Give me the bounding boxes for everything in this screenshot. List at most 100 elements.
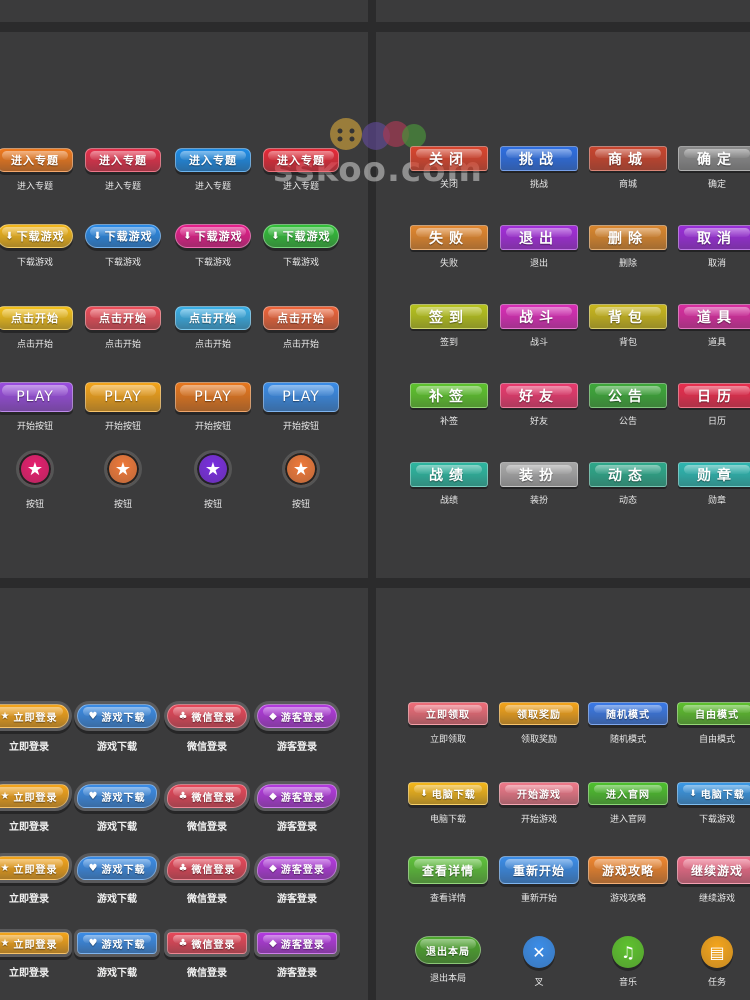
button-label: 继续游戏: [690, 863, 743, 878]
login-button[interactable]: ★ 立即登录: [0, 784, 69, 808]
game-button[interactable]: ⬇ 下载游戏: [175, 224, 251, 248]
star-circle-button[interactable]: ★: [104, 450, 142, 488]
button-caption: 游戏下载: [97, 742, 137, 753]
action-button[interactable]: 重新开始: [499, 856, 579, 884]
glossy-button[interactable]: 删除: [589, 225, 667, 250]
star-circle-button[interactable]: ★: [194, 450, 232, 488]
login-button[interactable]: ♣ 微信登录: [167, 704, 247, 728]
close-button[interactable]: ✕: [523, 936, 555, 968]
button-caption: 微信登录: [187, 894, 227, 905]
login-button[interactable]: ♣ 微信登录: [167, 932, 247, 954]
action-button[interactable]: 随机模式: [588, 702, 668, 725]
button-caption: 进入专题: [104, 182, 141, 192]
music-button[interactable]: ♫: [612, 936, 644, 968]
glossy-button[interactable]: 日历: [678, 383, 750, 408]
login-button[interactable]: ♣ 微信登录: [167, 856, 247, 880]
button-cell: 游戏攻略 游戏攻略: [583, 856, 673, 904]
glossy-button[interactable]: 好友: [500, 383, 578, 408]
action-button[interactable]: 进入官网: [588, 782, 668, 805]
action-button[interactable]: ⬇ 电脑下载: [677, 782, 750, 805]
login-button[interactable]: ★ 立即登录: [0, 856, 69, 880]
glossy-button[interactable]: 取消: [678, 225, 750, 250]
action-button[interactable]: 领取奖励: [499, 702, 579, 725]
game-button[interactable]: ⬇ 下载游戏: [0, 224, 73, 248]
glossy-button[interactable]: 挑战: [500, 146, 578, 171]
star-icon: ★: [114, 458, 132, 480]
button-label: 下载游戏: [104, 230, 153, 243]
button-label: 进入专题: [11, 154, 59, 167]
button-caption: 继续游戏: [698, 894, 735, 904]
game-button[interactable]: ⬇ 下载游戏: [263, 224, 339, 248]
glossy-button[interactable]: 公告: [589, 383, 667, 408]
button-cell: 勋章 勋章: [672, 462, 750, 506]
login-button[interactable]: ★ 立即登录: [0, 704, 69, 728]
action-button[interactable]: 开始游戏: [499, 782, 579, 805]
glossy-button[interactable]: 战绩: [410, 462, 488, 487]
button-cell: ★ 立即登录 立即登录: [0, 704, 74, 753]
star-circle-button[interactable]: ★: [16, 450, 54, 488]
glossy-button[interactable]: 勋章: [678, 462, 750, 487]
login-button[interactable]: ♥ 游戏下载: [77, 856, 157, 880]
star-circle-button[interactable]: ★: [282, 450, 320, 488]
button-cell: 继续游戏 继续游戏: [672, 856, 750, 904]
login-button[interactable]: ◆ 游客登录: [257, 856, 337, 880]
glossy-button[interactable]: 动态: [589, 462, 667, 487]
glossy-button[interactable]: 签到: [410, 304, 488, 329]
play-button[interactable]: PLAY: [0, 382, 73, 412]
login-button[interactable]: ♣ 微信登录: [167, 784, 247, 808]
star-icon: ★: [26, 458, 44, 480]
login-button[interactable]: ♥ 游戏下载: [77, 784, 157, 808]
button-cell: ♥ 游戏下载 游戏下载: [72, 704, 162, 753]
button-label: 游客登录: [280, 712, 325, 724]
login-button[interactable]: ♥ 游戏下载: [77, 704, 157, 728]
button-caption: 开始按钮: [282, 422, 319, 432]
button-label: 勋章: [697, 467, 737, 484]
button-cell: 挑战 挑战: [494, 146, 584, 190]
play-button[interactable]: PLAY: [175, 382, 251, 412]
glossy-button[interactable]: 道具: [678, 304, 750, 329]
glossy-button[interactable]: 关闭: [410, 146, 488, 171]
game-button[interactable]: 进入专题: [263, 148, 339, 172]
button-cell: 开始游戏 开始游戏: [494, 782, 584, 825]
button-caption: 挑战: [529, 180, 548, 190]
glossy-button[interactable]: 装扮: [500, 462, 578, 487]
action-button[interactable]: 游戏攻略: [588, 856, 668, 884]
button-label: 退出: [519, 230, 559, 247]
button-caption: 签到: [439, 338, 458, 348]
action-button[interactable]: 立即领取: [408, 702, 488, 725]
action-button[interactable]: 自由模式: [677, 702, 750, 725]
login-button[interactable]: ◆ 游客登录: [257, 704, 337, 728]
game-button[interactable]: 点击开始: [85, 306, 161, 330]
button-caption: 重新开始: [520, 894, 557, 904]
glossy-button[interactable]: 战斗: [500, 304, 578, 329]
action-button[interactable]: 继续游戏: [677, 856, 750, 884]
login-button[interactable]: ♥ 游戏下载: [77, 932, 157, 954]
star-icon: ★: [0, 790, 11, 802]
game-button[interactable]: 点击开始: [263, 306, 339, 330]
exit-round-button[interactable]: 退出本局: [415, 936, 481, 964]
button-label: 游戏下载: [101, 712, 146, 724]
action-button[interactable]: 查看详情: [408, 856, 488, 884]
glossy-button[interactable]: 背包: [589, 304, 667, 329]
game-button[interactable]: 进入专题: [175, 148, 251, 172]
game-button[interactable]: 点击开始: [0, 306, 73, 330]
game-button[interactable]: ⬇ 下载游戏: [85, 224, 161, 248]
button-label: 日历: [697, 388, 737, 405]
login-button[interactable]: ★ 立即登录: [0, 932, 69, 954]
action-button[interactable]: ⬇ 电脑下载: [408, 782, 488, 805]
button-label: 退出本局: [426, 946, 470, 958]
play-button[interactable]: PLAY: [263, 382, 339, 412]
play-button[interactable]: PLAY: [85, 382, 161, 412]
glossy-button[interactable]: 失败: [410, 225, 488, 250]
glossy-button[interactable]: 补签: [410, 383, 488, 408]
game-button[interactable]: 进入专题: [85, 148, 161, 172]
login-button[interactable]: ◆ 游客登录: [257, 932, 337, 954]
glossy-button[interactable]: 退出: [500, 225, 578, 250]
button-caption: 按钮: [113, 500, 132, 510]
game-button[interactable]: 点击开始: [175, 306, 251, 330]
glossy-button[interactable]: 确定: [678, 146, 750, 171]
login-button[interactable]: ◆ 游客登录: [257, 784, 337, 808]
game-button[interactable]: 进入专题: [0, 148, 73, 172]
glossy-button[interactable]: 商城: [589, 146, 667, 171]
clipboard-button[interactable]: ▤: [701, 936, 733, 968]
